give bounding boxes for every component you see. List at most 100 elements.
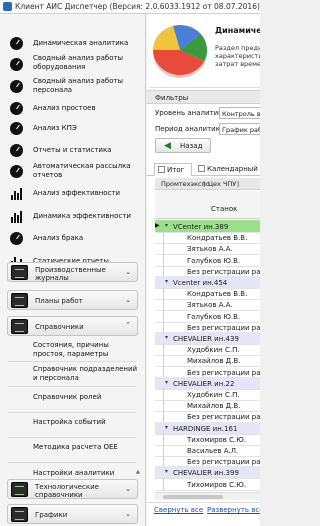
checkbox[interactable] — [158, 166, 165, 173]
group-by-shop[interactable]: Цех ЧПУ — [208, 180, 236, 188]
group-panel: Промтехэкспо | Цех ЧПУ | — [155, 178, 260, 190]
expand-toggle-icon[interactable]: ▾ — [165, 424, 168, 431]
reference-item-analytics-settings[interactable]: Настройки аналитики — [33, 469, 114, 478]
gauge-icon — [9, 231, 24, 246]
sidebar-item-efficiency-analysis[interactable]: Анализ эффективности — [0, 182, 145, 204]
section-work-plans[interactable]: Планы работ ⌄ — [7, 290, 138, 310]
gauge-icon — [9, 121, 24, 136]
expand-all-link[interactable]: Развернуть все — [207, 506, 260, 514]
expand-toggle-icon[interactable]: ▾ — [165, 222, 168, 229]
filters-header[interactable]: Фильтры — [147, 90, 260, 104]
reference-item-departments[interactable]: Справочник подразделений и персонала — [33, 365, 138, 383]
pie-chart-icon — [153, 25, 207, 78]
cell-text: Голубков Ю.В. — [187, 256, 241, 265]
divider — [8, 462, 136, 463]
table-row[interactable]: Тихомиров С.Ю. — [155, 477, 260, 491]
sidebar-item-kpi-analysis[interactable]: Анализ КПЭ — [0, 118, 145, 140]
gauge-icon — [9, 36, 24, 51]
horizontal-scrollbar[interactable] — [155, 492, 260, 500]
sidebar-item-auto-mailing[interactable]: Автоматическая рассылка отчетов — [0, 160, 145, 182]
divider — [8, 437, 136, 438]
cell-text: Зятьков А.А. — [187, 245, 233, 254]
cell-text: Без регистрации работ — [187, 458, 260, 467]
chevron-down-icon: ⌄ — [125, 296, 131, 304]
arrow-left-icon: ◀ — [164, 141, 171, 151]
cell-text: Тихомиров С.Ю. — [187, 435, 247, 444]
cell-text: Михайлов Д.В. — [187, 402, 241, 411]
cell-text: Без регистрации работ — [187, 267, 260, 276]
window-title: Клиент АИС Диспетчер (Версия: 2.0.6033.1… — [15, 2, 260, 11]
cell-text: CHEVALIER ин.439 — [173, 335, 239, 343]
reference-item-events[interactable]: Настройка событий — [33, 418, 106, 427]
bar-chart-icon — [9, 186, 24, 201]
cell-text: VCenter ин.389 — [173, 223, 229, 231]
row-pointer-icon: ▶ — [155, 222, 160, 229]
sidebar-item-efficiency-dynamics[interactable]: Динамика эффективности — [0, 204, 145, 228]
sidebar-item-reports-statistics[interactable]: Отчеты и статистика — [0, 140, 145, 160]
period-label: Период аналитики — [155, 125, 225, 133]
expand-toggle-icon[interactable]: ▾ — [165, 468, 168, 475]
section-references[interactable]: Справочники ⌃ — [7, 316, 138, 336]
analytics-level-label: Уровень аналитики — [155, 109, 227, 117]
cell-text: Vcenter ин.454 — [173, 279, 228, 287]
group-separator: | — [237, 180, 240, 188]
cell-text: Без регистрации работ — [187, 368, 260, 377]
sidebar-item-equipment-summary[interactable]: Сводный анализ работы оборудования — [0, 52, 145, 74]
scroll-up-icon[interactable]: ▲ — [136, 469, 142, 475]
cell-text: Кондратьев В.В. — [187, 234, 248, 243]
cell-text: Зятьков А.А. — [187, 301, 233, 310]
sidebar-item-defect-analysis[interactable]: Анализ брака — [0, 228, 145, 250]
cell-text: HARDINGE ин.161 — [173, 424, 238, 433]
back-button[interactable]: ◀ Назад — [155, 138, 211, 153]
tab-calendar-report[interactable]: Календарный отч — [195, 163, 260, 176]
expand-toggle-icon[interactable]: ▾ — [165, 334, 168, 341]
section-tech-references[interactable]: Технологические справочники ⌄ — [7, 479, 138, 499]
analytics-level-select[interactable]: Контроль вр — [219, 107, 260, 119]
cell-text: Без регистрации работ — [187, 413, 260, 422]
chevron-up-icon: ⌃ — [125, 321, 131, 329]
tab-total[interactable]: Итог — [154, 163, 192, 176]
reference-item-states[interactable]: Состояния, причины простоя, параметры — [33, 341, 138, 359]
chevron-down-icon: ⌄ — [125, 268, 131, 276]
sidebar: Динамическая аналитика Сводный анализ ра… — [0, 14, 146, 526]
tech-book-icon — [11, 482, 28, 497]
cell-text: CHEVALIER ин.399 — [173, 469, 239, 478]
expand-toggle-icon[interactable]: ▾ — [165, 379, 168, 386]
cell-text: Михайлов Д.В. — [187, 357, 241, 366]
sidebar-item-downtime-analysis[interactable]: Анализ простоев — [0, 98, 145, 118]
checkbox[interactable] — [198, 165, 205, 172]
chevron-down-icon: ⌄ — [125, 485, 131, 493]
dashboard-card: Динамическ Раздел предна характеристи за… — [149, 16, 260, 88]
expand-toggle-icon[interactable]: ▾ — [165, 278, 168, 285]
calendar-icon — [11, 293, 28, 308]
bar-chart-icon — [9, 209, 24, 224]
book-icon — [11, 319, 28, 334]
gauge-icon — [9, 101, 24, 116]
cell-text: Васильев А.Л. — [187, 447, 239, 455]
journal-icon — [11, 265, 28, 280]
section-graphs[interactable]: Графики ⌄ — [7, 504, 138, 524]
cell-text: Худобкин С.П. — [187, 346, 240, 355]
cell-text: Худобкин С.П. — [187, 391, 240, 399]
divider — [8, 412, 136, 413]
gauge-icon — [9, 164, 24, 179]
dashboard-description: Раздел предна характеристи затрат времен — [215, 44, 260, 68]
tab-strip: Итог Календарный отч — [147, 162, 260, 176]
graph-icon — [11, 507, 28, 522]
sidebar-item-dynamic-analytics[interactable]: Динамическая аналитика — [0, 35, 145, 51]
period-select[interactable]: График работ — [219, 123, 260, 135]
reference-item-oee-method[interactable]: Методика расчета OEE — [33, 443, 118, 452]
main-panel: Динамическ Раздел предна характеристи за… — [147, 14, 260, 526]
reference-item-roles[interactable]: Справочник ролей — [33, 393, 101, 402]
chevron-down-icon: ⌄ — [125, 510, 131, 518]
cell-text: CHEVALIER ин.22 — [173, 379, 235, 388]
title-bar: Клиент АИС Диспетчер (Версия: 2.0.6033.1… — [0, 0, 260, 14]
collapse-all-link[interactable]: Свернуть все — [154, 506, 203, 514]
cell-text: Кондратьев В.В. — [187, 290, 248, 299]
section-production-journals[interactable]: Производственные журналы ⌄ — [7, 262, 138, 282]
gauge-icon — [9, 57, 24, 72]
divider — [8, 361, 136, 362]
gauge-icon — [9, 143, 24, 158]
sidebar-item-staff-summary[interactable]: Сводный анализ работы персонала — [0, 74, 145, 98]
column-header-machine[interactable]: Станок — [155, 191, 260, 219]
